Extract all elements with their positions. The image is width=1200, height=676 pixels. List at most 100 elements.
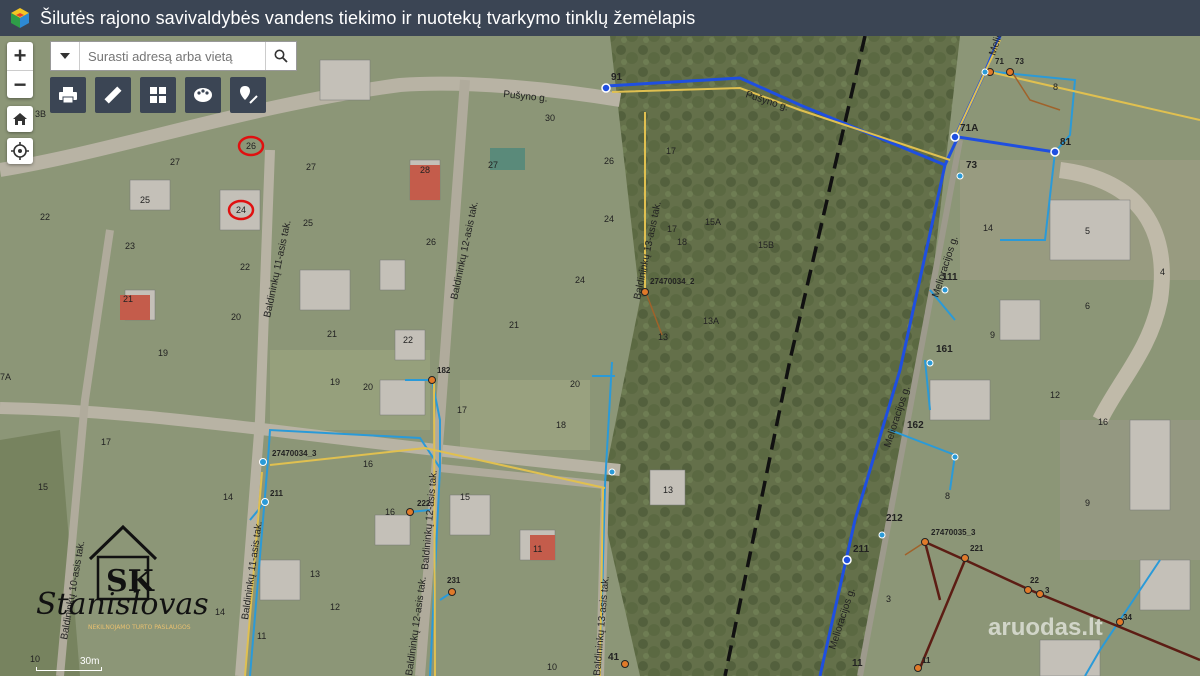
- house-number: 27: [306, 162, 316, 172]
- layers-palette-icon: [194, 88, 212, 102]
- hydrant-icon[interactable]: [259, 458, 267, 466]
- zoom-control: + −: [7, 42, 33, 98]
- draw-marker-icon: [240, 86, 258, 104]
- house-number: 13: [658, 332, 668, 342]
- node-label: 27470035_3: [931, 528, 976, 537]
- house-number: 25: [140, 195, 150, 205]
- node-221[interactable]: [961, 554, 969, 562]
- home-icon: [13, 113, 27, 125]
- measure-button[interactable]: [95, 77, 131, 113]
- locate-button[interactable]: [7, 138, 33, 164]
- node-222[interactable]: [406, 508, 414, 516]
- zoom-out-button[interactable]: −: [7, 71, 33, 99]
- node-label: 11: [852, 658, 863, 669]
- house-number: 17: [457, 405, 467, 415]
- house-number: 19: [158, 348, 168, 358]
- house-number: 9: [1085, 498, 1090, 508]
- house-number: 21: [509, 320, 519, 330]
- house-number: 13: [310, 569, 320, 579]
- valve-icon[interactable]: [981, 68, 989, 76]
- node-label: 27470034_2: [650, 277, 695, 286]
- house-number: 17: [101, 437, 111, 447]
- house-number: 16: [385, 507, 395, 517]
- draw-button[interactable]: [230, 77, 266, 113]
- valve-icon[interactable]: [926, 359, 934, 367]
- house-number: 8: [945, 491, 950, 501]
- layers-button[interactable]: [185, 77, 221, 113]
- node-label: 211: [270, 489, 283, 498]
- locate-icon: [11, 142, 29, 160]
- basemap-gallery-icon: [150, 87, 166, 103]
- node-41[interactable]: [621, 660, 629, 668]
- node-3[interactable]: [1036, 590, 1044, 598]
- node-22[interactable]: [1024, 586, 1032, 594]
- valve-icon[interactable]: [878, 531, 886, 539]
- house-number: 20: [363, 382, 373, 392]
- node-71a[interactable]: [950, 132, 960, 142]
- scale-label: 30m: [80, 656, 100, 667]
- home-button[interactable]: [7, 106, 33, 132]
- node-73[interactable]: [1006, 68, 1014, 76]
- node-11-sewer[interactable]: [914, 664, 922, 672]
- house-number: 23: [125, 241, 135, 251]
- house-number: 20: [231, 312, 241, 322]
- house-number: 17: [666, 146, 676, 156]
- house-number: 6: [1085, 301, 1090, 311]
- node-label: 212: [886, 513, 903, 524]
- node-211[interactable]: [261, 498, 269, 506]
- house-number: 9: [990, 330, 995, 340]
- node-label: 11: [922, 656, 931, 665]
- house-number: 3: [886, 594, 891, 604]
- house-number: 8: [1053, 82, 1058, 92]
- node-231[interactable]: [448, 588, 456, 596]
- print-icon: [59, 87, 77, 104]
- search-button[interactable]: [265, 42, 296, 70]
- watermark-tagline: NEKILNOJAMO TURTO PASLAUGOS: [88, 624, 191, 631]
- house-number: 12: [1050, 390, 1060, 400]
- valve-icon[interactable]: [951, 453, 959, 461]
- node-label: 73: [966, 160, 978, 171]
- search-icon: [274, 49, 288, 63]
- house-number: 30: [545, 113, 555, 123]
- node-label: 211: [853, 544, 870, 555]
- zoom-in-button[interactable]: +: [7, 42, 33, 71]
- node-label: 231: [447, 576, 461, 585]
- node-label: 41: [608, 652, 620, 663]
- aruodas-watermark: aruodas.lt: [988, 614, 1103, 641]
- house-number: 17: [667, 224, 677, 234]
- cube-logo-icon: [11, 8, 29, 28]
- node-label: 71: [995, 57, 1004, 66]
- node-182[interactable]: [428, 376, 436, 384]
- node-label: 71A: [960, 123, 978, 134]
- node-81[interactable]: [1050, 147, 1060, 157]
- house-number: 25: [303, 218, 313, 228]
- node-label: 3: [1045, 586, 1050, 595]
- node-211-main[interactable]: [842, 555, 852, 565]
- search-input[interactable]: [80, 42, 265, 70]
- valve-icon[interactable]: [956, 172, 964, 180]
- node-label: 73: [1015, 57, 1024, 66]
- scale-bar: [36, 667, 102, 671]
- valve-icon[interactable]: [608, 468, 616, 476]
- search-source-dropdown[interactable]: [51, 42, 80, 70]
- node-label: 91: [611, 72, 623, 83]
- house-number: 13: [663, 485, 673, 495]
- node-label: 34: [1123, 613, 1132, 622]
- house-number: 14: [223, 492, 233, 502]
- house-number: 16: [363, 459, 373, 469]
- parcel-label: 26: [246, 141, 256, 151]
- house-number: 24: [575, 275, 585, 285]
- house-number: 15B: [758, 240, 774, 250]
- measure-ruler-icon: [104, 86, 122, 104]
- house-number: 15: [460, 492, 470, 502]
- basemap-gallery-button[interactable]: [140, 77, 176, 113]
- house-number: 3B: [35, 109, 46, 119]
- house-number: 18: [556, 420, 566, 430]
- watermark-brand: Stanislovas: [36, 587, 209, 622]
- house-number: 26: [604, 156, 614, 166]
- node-27470035-3[interactable]: [921, 538, 929, 546]
- node-label: 81: [1060, 137, 1072, 148]
- node-91[interactable]: [601, 83, 611, 93]
- house-number: 11: [533, 544, 542, 554]
- print-button[interactable]: [50, 77, 86, 113]
